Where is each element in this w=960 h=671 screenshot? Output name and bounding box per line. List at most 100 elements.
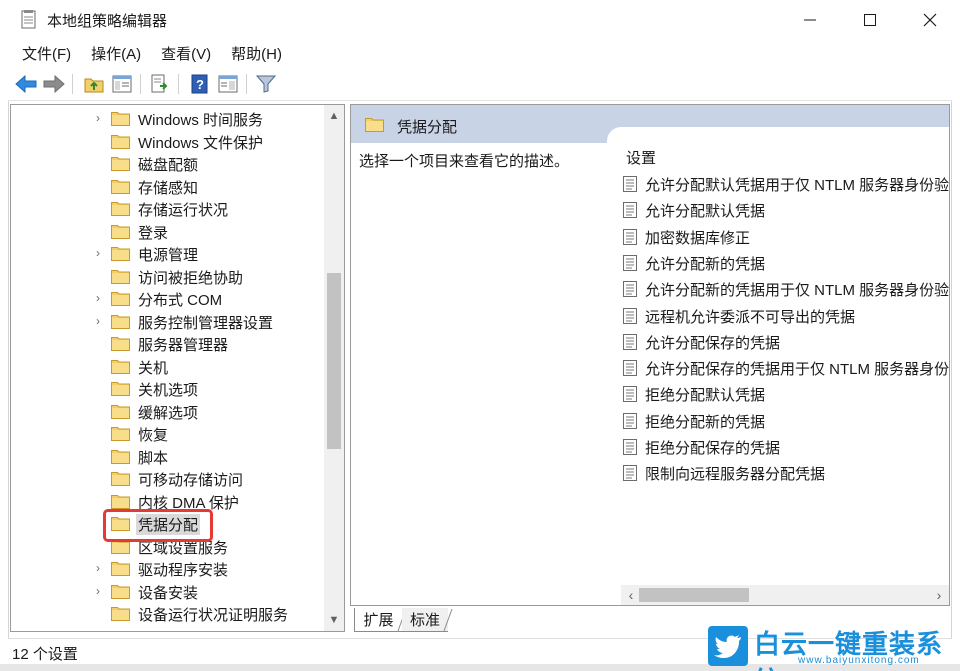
show-hide-tree-button[interactable] bbox=[110, 72, 134, 96]
bird-logo-icon bbox=[708, 626, 748, 666]
setting-item[interactable]: 允许分配保存的凭据 bbox=[623, 329, 949, 353]
maximize-icon bbox=[864, 14, 876, 26]
setting-label: 拒绝分配新的凭据 bbox=[645, 413, 766, 431]
folder-icon bbox=[111, 607, 130, 621]
tree-item[interactable]: › 设备安装 bbox=[11, 580, 326, 602]
minimize-button[interactable] bbox=[787, 0, 833, 40]
watermark-url: www.baiyunxitong.com bbox=[798, 655, 920, 666]
tree-item[interactable]: 磁盘配额 bbox=[11, 152, 326, 174]
tree-vertical-scrollbar[interactable]: ▲ ▼ bbox=[324, 105, 344, 631]
tab-extended[interactable]: 扩展 bbox=[354, 608, 402, 632]
setting-item[interactable]: 允许分配保存的凭据用于仅 NTLM 服务器身份 bbox=[623, 355, 949, 379]
chevron-right-icon[interactable]: › bbox=[93, 561, 103, 575]
tree-item[interactable]: 存储运行状况 bbox=[11, 197, 326, 219]
scroll-up-arrow[interactable]: ▲ bbox=[324, 105, 344, 127]
setting-item[interactable]: 拒绝分配新的凭据 bbox=[623, 408, 949, 432]
scroll-thumb[interactable] bbox=[639, 588, 749, 602]
folder-icon bbox=[111, 404, 130, 419]
setting-item[interactable]: 允许分配新的凭据用于仅 NTLM 服务器身份验 bbox=[623, 276, 950, 300]
menu-help[interactable]: 帮助(H) bbox=[231, 43, 282, 64]
setting-item[interactable]: 拒绝分配保存的凭据 bbox=[623, 434, 949, 458]
column-header-settings[interactable]: 设置 bbox=[626, 147, 656, 168]
tree-item-label: 设备安装 bbox=[138, 584, 199, 602]
setting-item[interactable]: 允许分配新的凭据 bbox=[623, 250, 949, 274]
export-list-icon bbox=[151, 74, 168, 93]
settings-horizontal-scrollbar[interactable]: ‹ › bbox=[621, 585, 949, 605]
app-icon bbox=[21, 10, 36, 29]
tree-item[interactable]: › 分布式 COM bbox=[11, 287, 326, 309]
setting-label: 允许分配默认凭据 bbox=[645, 203, 766, 221]
help-button[interactable]: ? bbox=[188, 72, 212, 96]
chevron-right-icon[interactable]: › bbox=[93, 246, 103, 260]
tree-pane[interactable]: 设备运行状况证明服务 › 设备安装 › 驱动程序安装 区域设置服务 凭据分配 内核 DMA 保… bbox=[10, 104, 345, 632]
tree-item[interactable]: 存储感知 bbox=[11, 175, 326, 197]
menu-bar: 文件(F) 操作(A) 查看(V) 帮助(H) bbox=[8, 40, 952, 67]
folder-icon bbox=[111, 584, 130, 599]
tree-item-label: 服务控制管理器设置 bbox=[138, 314, 274, 332]
scroll-thumb[interactable] bbox=[327, 273, 341, 449]
tree-item[interactable]: 脚本 bbox=[11, 445, 326, 467]
setting-label: 允许分配新的凭据用于仅 NTLM 服务器身份验 bbox=[645, 282, 950, 300]
tree-item[interactable]: 服务器管理器 bbox=[11, 332, 326, 354]
chevron-right-icon[interactable]: › bbox=[93, 314, 103, 328]
scroll-down-arrow[interactable]: ▼ bbox=[324, 609, 344, 631]
maximize-button[interactable] bbox=[847, 0, 893, 40]
policy-setting-icon bbox=[623, 228, 637, 245]
forward-button[interactable] bbox=[42, 72, 66, 96]
console-tree-icon bbox=[112, 75, 132, 93]
tree-item[interactable]: 可移动存储访问 bbox=[11, 467, 326, 489]
tree-item[interactable]: 缓解选项 bbox=[11, 400, 326, 422]
tree-item[interactable]: Windows 文件保护 bbox=[11, 130, 326, 152]
export-list-button[interactable] bbox=[148, 72, 172, 96]
setting-item[interactable]: 加密数据库修正 bbox=[623, 224, 949, 248]
setting-item[interactable]: 限制向远程服务器分配凭据 bbox=[623, 460, 949, 484]
menu-file[interactable]: 文件(F) bbox=[22, 43, 71, 64]
policy-setting-icon bbox=[623, 360, 637, 377]
properties-button[interactable] bbox=[216, 72, 240, 96]
setting-label: 允许分配新的凭据 bbox=[645, 255, 766, 273]
tree-item-label: 脚本 bbox=[138, 449, 169, 467]
chevron-right-icon[interactable]: › bbox=[93, 111, 103, 125]
setting-item[interactable]: 允许分配默认凭据 bbox=[623, 197, 949, 221]
up-level-button[interactable] bbox=[82, 72, 106, 96]
tree-item-label: 访问被拒绝协助 bbox=[138, 269, 244, 287]
setting-label: 允许分配保存的凭据 bbox=[645, 334, 781, 352]
scroll-left-arrow[interactable]: ‹ bbox=[621, 585, 641, 605]
policy-setting-icon bbox=[623, 307, 637, 324]
tree-item[interactable]: 设备运行状况证明服务 bbox=[11, 602, 326, 624]
tree-item-label: 服务器管理器 bbox=[138, 337, 229, 354]
folder-icon bbox=[111, 292, 130, 306]
folder-icon bbox=[111, 337, 130, 351]
tree-item[interactable]: 关机选项 bbox=[11, 377, 326, 399]
tree-item[interactable]: 登录 bbox=[11, 220, 326, 242]
tree-item[interactable]: › 服务控制管理器设置 bbox=[11, 310, 326, 332]
tree-item-label: 恢复 bbox=[138, 427, 169, 444]
tree-item[interactable]: 恢复 bbox=[11, 422, 326, 444]
menu-action[interactable]: 操作(A) bbox=[91, 43, 141, 64]
folder-icon bbox=[111, 494, 130, 509]
folder-icon bbox=[111, 112, 130, 126]
scroll-right-arrow[interactable]: › bbox=[929, 585, 949, 605]
policy-setting-icon bbox=[623, 202, 637, 219]
folder-icon bbox=[111, 359, 130, 374]
tree-item[interactable]: › 驱动程序安装 bbox=[11, 557, 326, 579]
policy-setting-icon bbox=[623, 333, 637, 350]
tree-item-label: 分布式 COM bbox=[138, 292, 223, 309]
tree-item[interactable]: › 电源管理 bbox=[11, 242, 326, 264]
setting-item[interactable]: 远程机允许委派不可导出的凭据 bbox=[623, 303, 949, 327]
tree-item[interactable]: 关机 bbox=[11, 355, 326, 377]
setting-item[interactable]: 拒绝分配默认凭据 bbox=[623, 381, 949, 405]
chevron-right-icon[interactable]: › bbox=[93, 584, 103, 598]
tree-item-label: 关机 bbox=[138, 359, 169, 377]
back-button[interactable] bbox=[14, 72, 38, 96]
tree-item[interactable]: › Windows 时间服务 bbox=[11, 107, 326, 129]
setting-item[interactable]: 允许分配默认凭据用于仅 NTLM 服务器身份验 bbox=[623, 171, 949, 195]
close-button[interactable] bbox=[907, 0, 953, 40]
watermark-logo: 白云一键重装系统 www.baiyunxitong.com bbox=[706, 624, 956, 671]
tree-item-label: Windows 文件保护 bbox=[138, 134, 264, 152]
tree-item[interactable]: 访问被拒绝协助 bbox=[11, 265, 326, 287]
tree-item-label: 存储运行状况 bbox=[138, 202, 229, 219]
menu-view[interactable]: 查看(V) bbox=[161, 43, 211, 64]
filter-button[interactable] bbox=[254, 72, 278, 96]
chevron-right-icon[interactable]: › bbox=[93, 291, 103, 305]
